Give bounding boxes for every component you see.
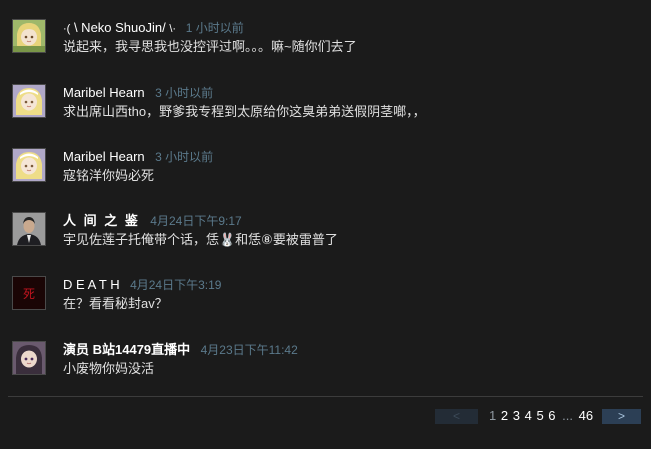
comment-author[interactable]: ·( \ Neko ShuoJin/ \·	[63, 20, 180, 35]
page-link-6[interactable]: 6	[548, 408, 555, 423]
death-kanji-avatar-icon[interactable]: 死	[12, 276, 46, 310]
comment: Maribel Hearn 3 小时以前 求出席山西tho，野爹我专程到太原给你…	[0, 84, 651, 134]
comment-timestamp: 3 小时以前	[155, 86, 214, 100]
comment-timestamp: 4月24日下午3:19	[130, 278, 222, 292]
comment-header: D E A T H 4月24日下午3:19	[63, 276, 221, 294]
page-link-5[interactable]: 5	[536, 408, 543, 423]
comment-author[interactable]: 演员 B站14479直播中	[63, 342, 190, 357]
comment-header: Maribel Hearn 3 小时以前	[63, 148, 213, 166]
page-link-last[interactable]: 46	[579, 408, 593, 423]
comment-author[interactable]: 人 间 之 鉴	[63, 213, 140, 228]
comment-text: 说起来，我寻思我也没控评过啊。。。嘛~随你们去了	[63, 39, 357, 54]
page-ellipsis: ...	[562, 408, 573, 423]
author-suffix: \·	[169, 23, 177, 35]
comment-thread: ·( \ Neko ShuoJin/ \· 1 小时以前 说起来，我寻思我也没控…	[0, 0, 651, 449]
page-link-3[interactable]: 3	[513, 408, 520, 423]
page-numbers: 1 2 3 4 5 6 ... 46	[489, 408, 594, 424]
man-in-suit-avatar-icon[interactable]	[12, 212, 46, 246]
comment-header: Maribel Hearn 3 小时以前	[63, 84, 213, 102]
comment-timestamp: 4月23日下午11:42	[200, 343, 298, 357]
comment-timestamp: 1 小时以前	[185, 21, 244, 35]
comment-header: 演员 B站14479直播中 4月23日下午11:42	[63, 341, 298, 359]
comment-text: 求出席山西tho，野爹我专程到太原给你这臭弟弟送假阴茎啷，，	[63, 104, 426, 119]
comment: Maribel Hearn 3 小时以前 寇铭洋你妈必死	[0, 148, 651, 198]
page-link-2[interactable]: 2	[501, 408, 508, 423]
prev-page-button[interactable]: <	[435, 409, 478, 424]
comment-text: 在？看看秘封av？	[63, 296, 168, 311]
comment-timestamp: 4月24日下午9:17	[150, 214, 242, 228]
comment: 死 D E A T H 4月24日下午3:19 在？看看秘封av？	[0, 276, 651, 326]
blonde-anime-girl-avatar-icon[interactable]	[12, 148, 46, 182]
comment-author[interactable]: Maribel Hearn	[63, 149, 145, 164]
comment-header: 人 间 之 鉴 4月24日下午9:17	[63, 212, 242, 230]
comment-text: 小废物你妈没活	[63, 361, 155, 376]
comment-text: 寇铭洋你妈必死	[63, 168, 155, 183]
divider	[8, 396, 643, 397]
comment-header: ·( \ Neko ShuoJin/ \· 1 小时以前	[63, 19, 244, 37]
dark-haired-anime-girl-avatar-icon[interactable]	[12, 341, 46, 375]
comment-author[interactable]: Maribel Hearn	[63, 85, 145, 100]
author-name: \ Neko ShuoJin/	[73, 20, 166, 35]
page-link-4[interactable]: 4	[525, 408, 532, 423]
blonde-anime-girl-avatar-icon[interactable]	[12, 19, 46, 53]
svg-text:死: 死	[23, 287, 35, 301]
blonde-anime-girl-avatar-icon[interactable]	[12, 84, 46, 118]
page-link-1[interactable]: 1	[489, 408, 496, 423]
comment-author[interactable]: D E A T H	[63, 277, 120, 292]
comment: ·( \ Neko ShuoJin/ \· 1 小时以前 说起来，我寻思我也没控…	[0, 19, 651, 69]
comment-text: 宇见佐莲子托俺带个话，恁🐰和恁⑧要被雷普了	[63, 232, 338, 247]
comment-timestamp: 3 小时以前	[155, 150, 214, 164]
author-prefix: ·(	[63, 23, 71, 35]
next-page-button[interactable]: >	[602, 409, 641, 424]
comment: 演员 B站14479直播中 4月23日下午11:42 小废物你妈没活	[0, 341, 651, 391]
comment: 人 间 之 鉴 4月24日下午9:17 宇见佐莲子托俺带个话，恁🐰和恁⑧要被雷普…	[0, 212, 651, 262]
